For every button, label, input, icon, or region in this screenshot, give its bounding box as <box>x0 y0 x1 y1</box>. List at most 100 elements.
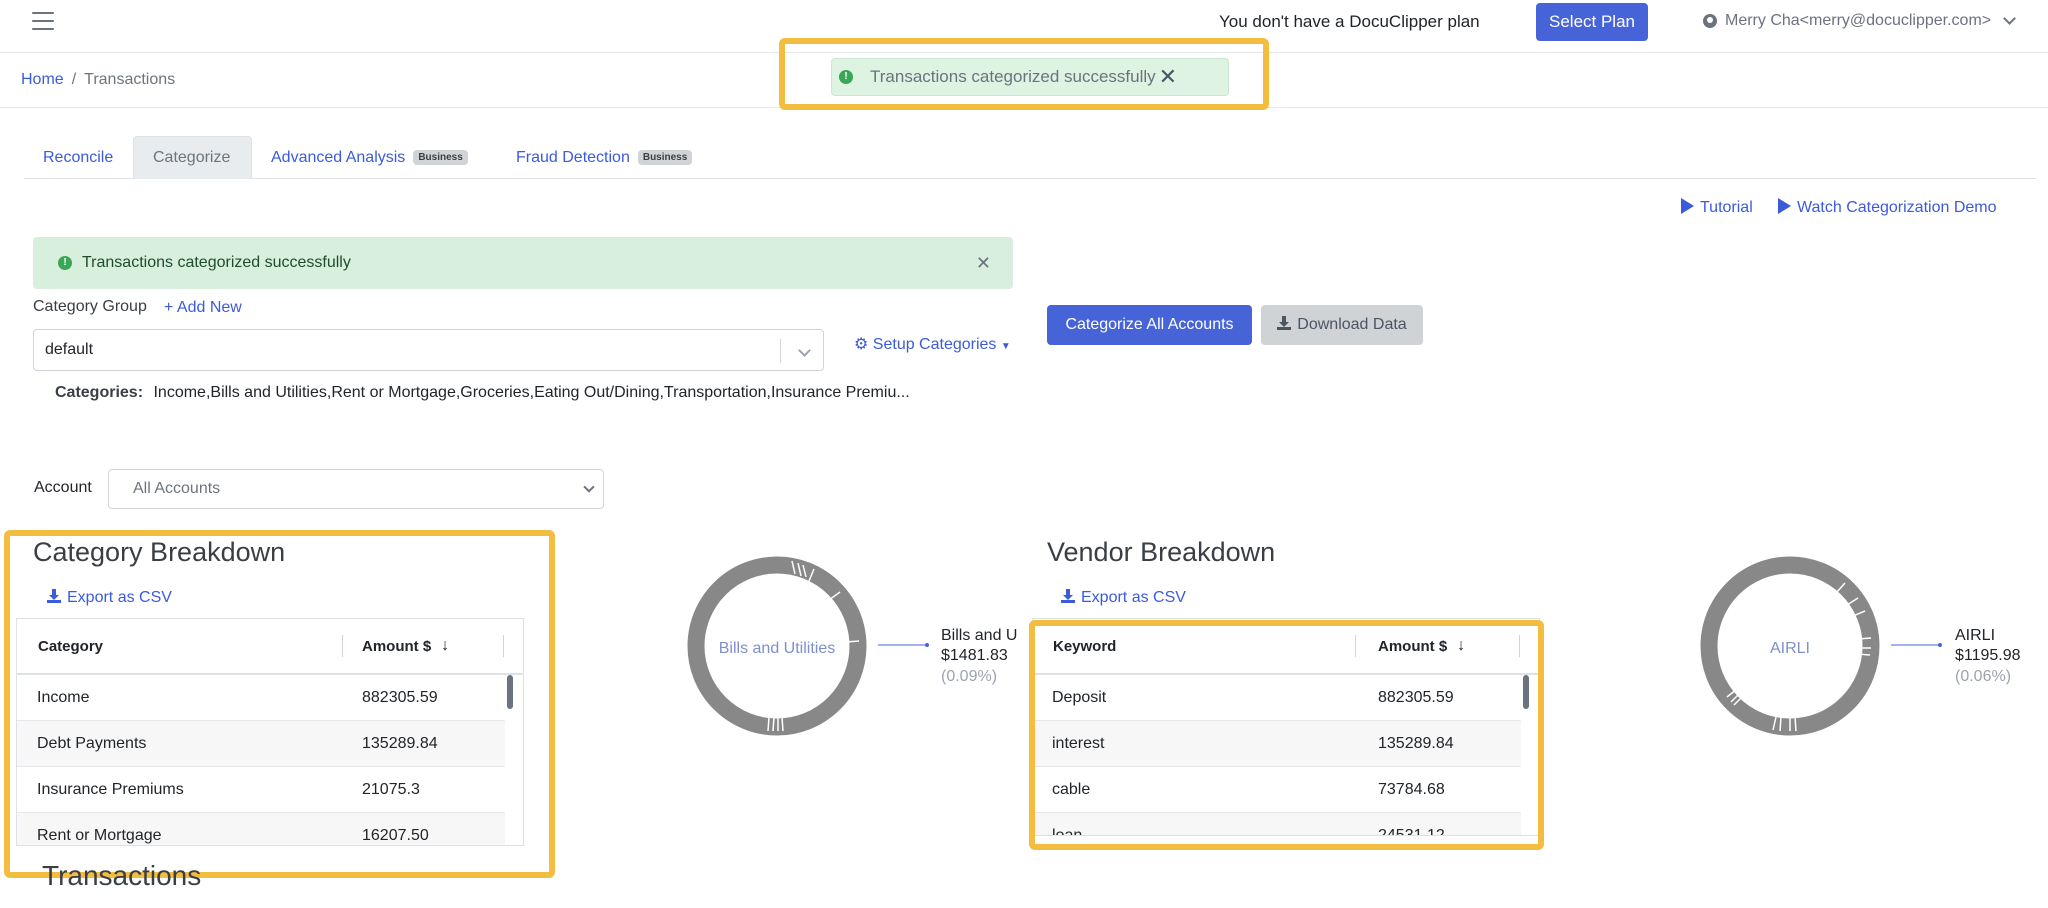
breadcrumb-home[interactable]: Home <box>21 71 64 88</box>
breadcrumb-separator: / <box>71 71 77 88</box>
tab-bar: Reconcile Categorize Advanced Analysis B… <box>24 136 2036 179</box>
download-icon <box>47 589 61 603</box>
success-icon: ! <box>839 70 853 84</box>
tab-categorize[interactable]: Categorize <box>133 136 252 179</box>
divider <box>0 107 2048 108</box>
category-group-value: default <box>45 341 94 358</box>
gear-icon: ⚙ <box>854 336 869 353</box>
table-row[interactable]: Income 882305.59 <box>17 675 505 721</box>
category-cell: Insurance Premiums <box>37 780 184 798</box>
watch-demo-link[interactable]: Watch Categorization Demo <box>1778 198 1997 217</box>
tab-label: Fraud Detection <box>516 148 630 166</box>
category-table: Category Amount $ ↓ Income 882305.59 Debt… <box>16 618 524 846</box>
table-row[interactable]: loan 24531.12 <box>1033 813 1521 836</box>
amount-cell: 16207.50 <box>362 826 429 844</box>
amount-header-label: Amount $ <box>362 637 432 655</box>
export-csv-vendor[interactable]: Export as CSV <box>1061 589 1186 607</box>
download-data-button[interactable]: Download Data <box>1261 305 1423 345</box>
column-header-category[interactable]: Category <box>38 619 103 673</box>
alert-message: Transactions categorized successfully <box>82 254 351 271</box>
plan-notice: You don't have a DocuClipper plan <box>1219 12 1480 31</box>
table-header: Category Amount $ ↓ <box>17 619 523 675</box>
keyword-cell: cable <box>1052 780 1091 798</box>
column-header-keyword[interactable]: Keyword <box>1053 619 1116 673</box>
tutorial-label: Tutorial <box>1700 199 1753 216</box>
column-divider <box>1355 635 1356 657</box>
column-divider <box>342 635 343 657</box>
vendor-donut-chart: AIRLI AIRLI $1195.98 (0.06%) <box>1700 556 2021 736</box>
table-row[interactable]: Insurance Premiums 21075.3 <box>17 767 505 813</box>
column-divider <box>1519 635 1520 657</box>
tab-advanced-analysis[interactable]: Advanced Analysis Business <box>252 136 487 179</box>
user-name: Merry Cha<merry@docuclipper.com> <box>1725 12 1992 29</box>
amount-cell: 21075.3 <box>362 780 420 798</box>
success-icon: ! <box>58 256 72 270</box>
donut-center-label: AIRLI <box>1770 640 1810 657</box>
table-header: Keyword Amount $ ↓ <box>1033 619 1539 675</box>
play-icon <box>1778 198 1791 214</box>
keyword-cell: loan <box>1052 826 1083 836</box>
setup-categories-label: Setup Categories <box>872 336 997 353</box>
tab-reconcile[interactable]: Reconcile <box>24 136 132 179</box>
vendor-table: Keyword Amount $ ↓ Deposit 882305.59 inte… <box>1032 618 1540 836</box>
table-row[interactable]: Deposit 882305.59 <box>1033 675 1521 721</box>
success-alert: ! Transactions categorized successfully … <box>33 237 1013 289</box>
scrollbar[interactable] <box>1523 675 1529 709</box>
category-group-select[interactable]: default <box>33 329 824 371</box>
tab-label: Reconcile <box>43 148 114 166</box>
amount-cell: 135289.84 <box>362 734 438 752</box>
success-toast: ! Transactions categorized successfully … <box>831 58 1229 96</box>
select-plan-button[interactable]: Select Plan <box>1536 3 1648 41</box>
callout-dot <box>925 643 929 647</box>
table-row[interactable]: interest 135289.84 <box>1033 721 1521 767</box>
table-row[interactable]: cable 73784.68 <box>1033 767 1521 813</box>
business-badge: Business <box>413 150 468 165</box>
setup-categories-dropdown[interactable]: ⚙ Setup Categories ▼ <box>854 334 1011 354</box>
user-menu[interactable]: Merry Cha<merry@docuclipper.com> <box>1703 12 2016 30</box>
amount-cell: 24531.12 <box>1378 826 1445 836</box>
table-row[interactable]: Rent or Mortgage 16207.50 <box>17 813 505 845</box>
scrollbar[interactable] <box>507 675 513 709</box>
chevron-down-icon <box>2003 12 2016 25</box>
donut-center-label: Bills and Utilities <box>719 640 835 657</box>
play-icon <box>1681 198 1694 214</box>
sort-down-icon: ↓ <box>441 637 450 654</box>
column-divider <box>503 635 504 657</box>
amount-cell: 73784.68 <box>1378 780 1445 798</box>
amount-header-label: Amount $ <box>1378 637 1448 655</box>
vendor-breakdown-title: Vendor Breakdown <box>1047 537 1276 567</box>
callout-dot <box>1938 643 1942 647</box>
category-cell: Rent or Mortgage <box>37 826 162 844</box>
account-value: All Accounts <box>133 480 221 497</box>
account-select[interactable]: All Accounts <box>108 469 604 509</box>
alert-close-icon[interactable]: ✕ <box>976 254 991 272</box>
demo-label: Watch Categorization Demo <box>1797 199 1997 216</box>
export-csv-category[interactable]: Export as CSV <box>47 589 172 607</box>
tab-fraud-detection[interactable]: Fraud Detection Business <box>497 136 711 179</box>
download-icon <box>1277 316 1292 330</box>
breadcrumb: Home / Transactions <box>21 71 175 89</box>
category-group-label: Category Group <box>33 298 147 315</box>
keyword-cell: Deposit <box>1052 688 1107 706</box>
category-cell: Income <box>37 688 90 706</box>
account-label: Account <box>34 479 92 496</box>
download-icon <box>1061 589 1075 603</box>
toast-close-icon[interactable]: ✕ <box>1159 66 1177 88</box>
add-new-link[interactable]: + Add New <box>164 299 242 317</box>
category-cell: Debt Payments <box>37 734 147 752</box>
categories-summary: Categories: Income,Bills and Utilities,R… <box>55 384 910 402</box>
categorize-all-button[interactable]: Categorize All Accounts <box>1047 305 1252 345</box>
business-badge: Business <box>637 150 693 165</box>
tab-label: Categorize <box>153 149 231 166</box>
category-breakdown-title: Category Breakdown <box>33 537 286 567</box>
column-header-amount[interactable]: Amount $ ↓ <box>362 619 449 673</box>
callout-name: AIRLI <box>1955 627 1995 644</box>
callout-amount: $1195.98 <box>1955 647 2021 664</box>
tutorial-link[interactable]: Tutorial <box>1681 198 1753 217</box>
categories-label: Categories: <box>55 384 144 401</box>
menu-icon[interactable] <box>32 12 54 32</box>
callout-percent: (0.09%) <box>941 668 997 685</box>
column-header-amount[interactable]: Amount $ ↓ <box>1378 619 1465 673</box>
toast-message: Transactions categorized successfully <box>870 67 1156 86</box>
table-row[interactable]: Debt Payments 135289.84 <box>17 721 505 767</box>
